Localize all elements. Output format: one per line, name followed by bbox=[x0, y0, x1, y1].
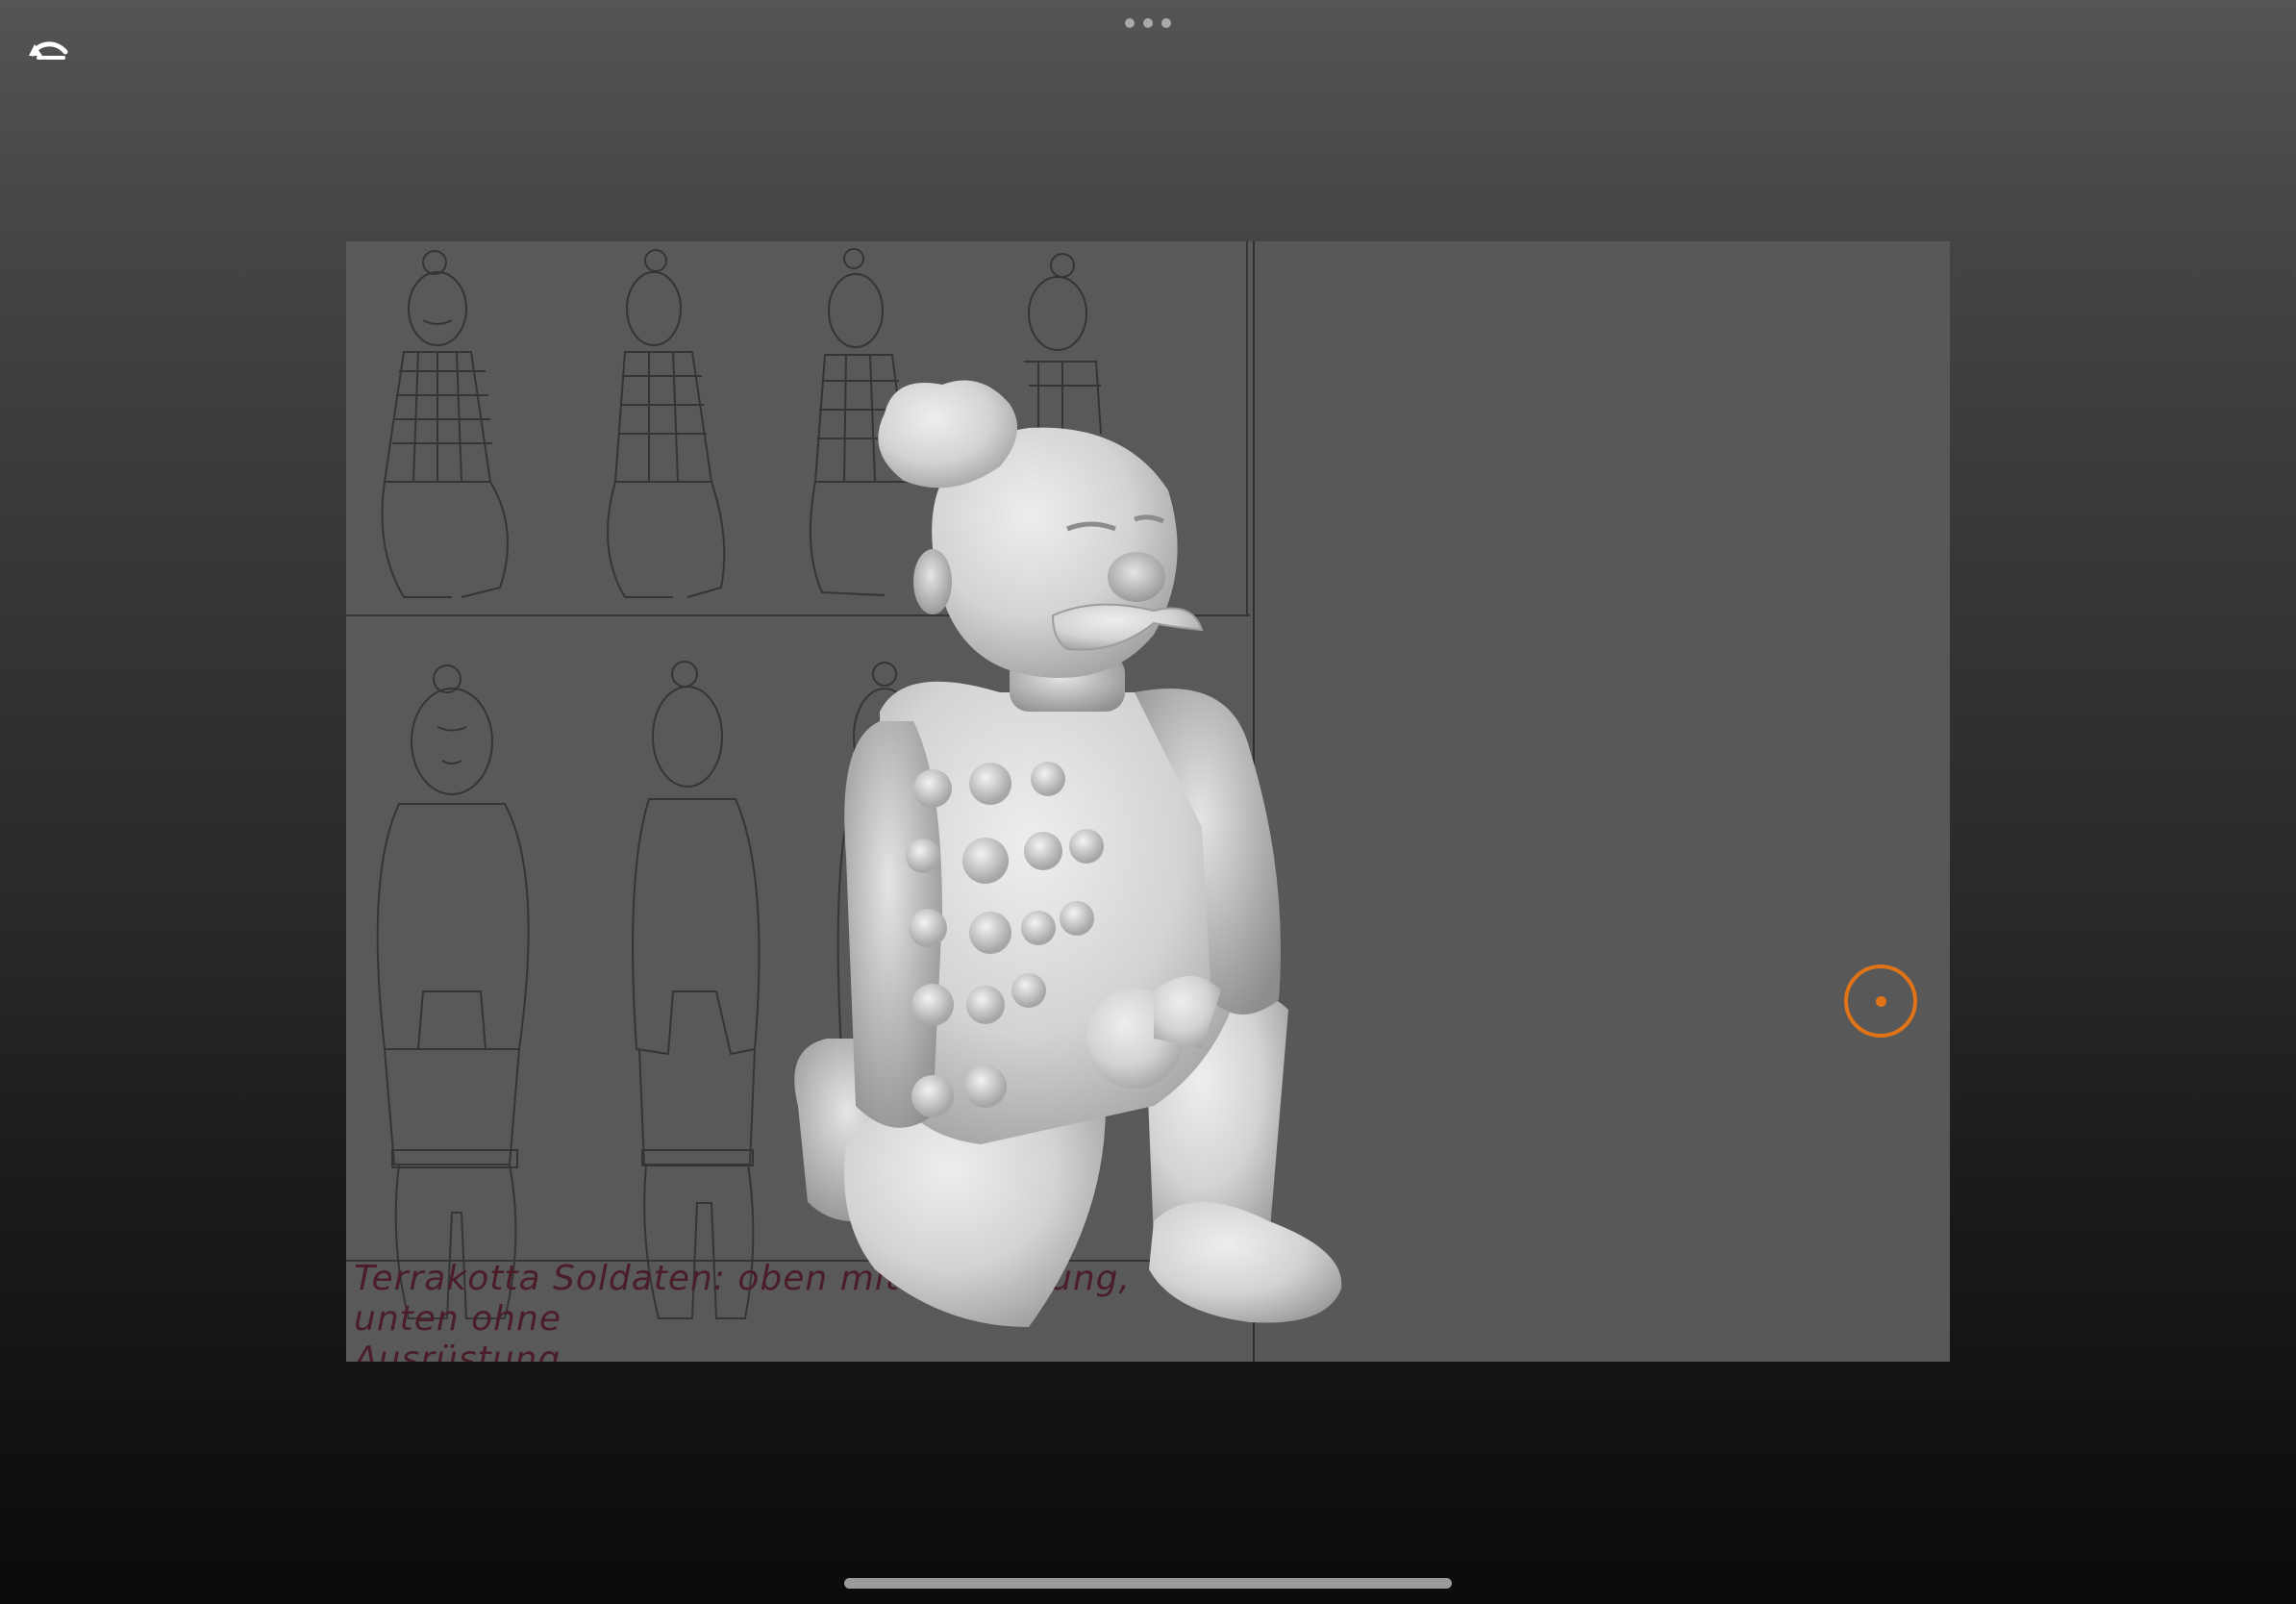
multitask-menu-icon[interactable] bbox=[1125, 17, 1171, 29]
caption-line-2: Ausrüstung bbox=[354, 1340, 562, 1362]
model-render bbox=[794, 380, 1342, 1327]
pivot-target-icon[interactable] bbox=[1844, 965, 1917, 1038]
undo-arrow-icon bbox=[29, 41, 68, 60]
pivot-center-dot bbox=[1876, 996, 1886, 1007]
undo-button[interactable] bbox=[23, 31, 73, 67]
3d-model-kneeling-warrior[interactable] bbox=[788, 375, 1365, 1327]
home-indicator[interactable] bbox=[844, 1578, 1452, 1589]
